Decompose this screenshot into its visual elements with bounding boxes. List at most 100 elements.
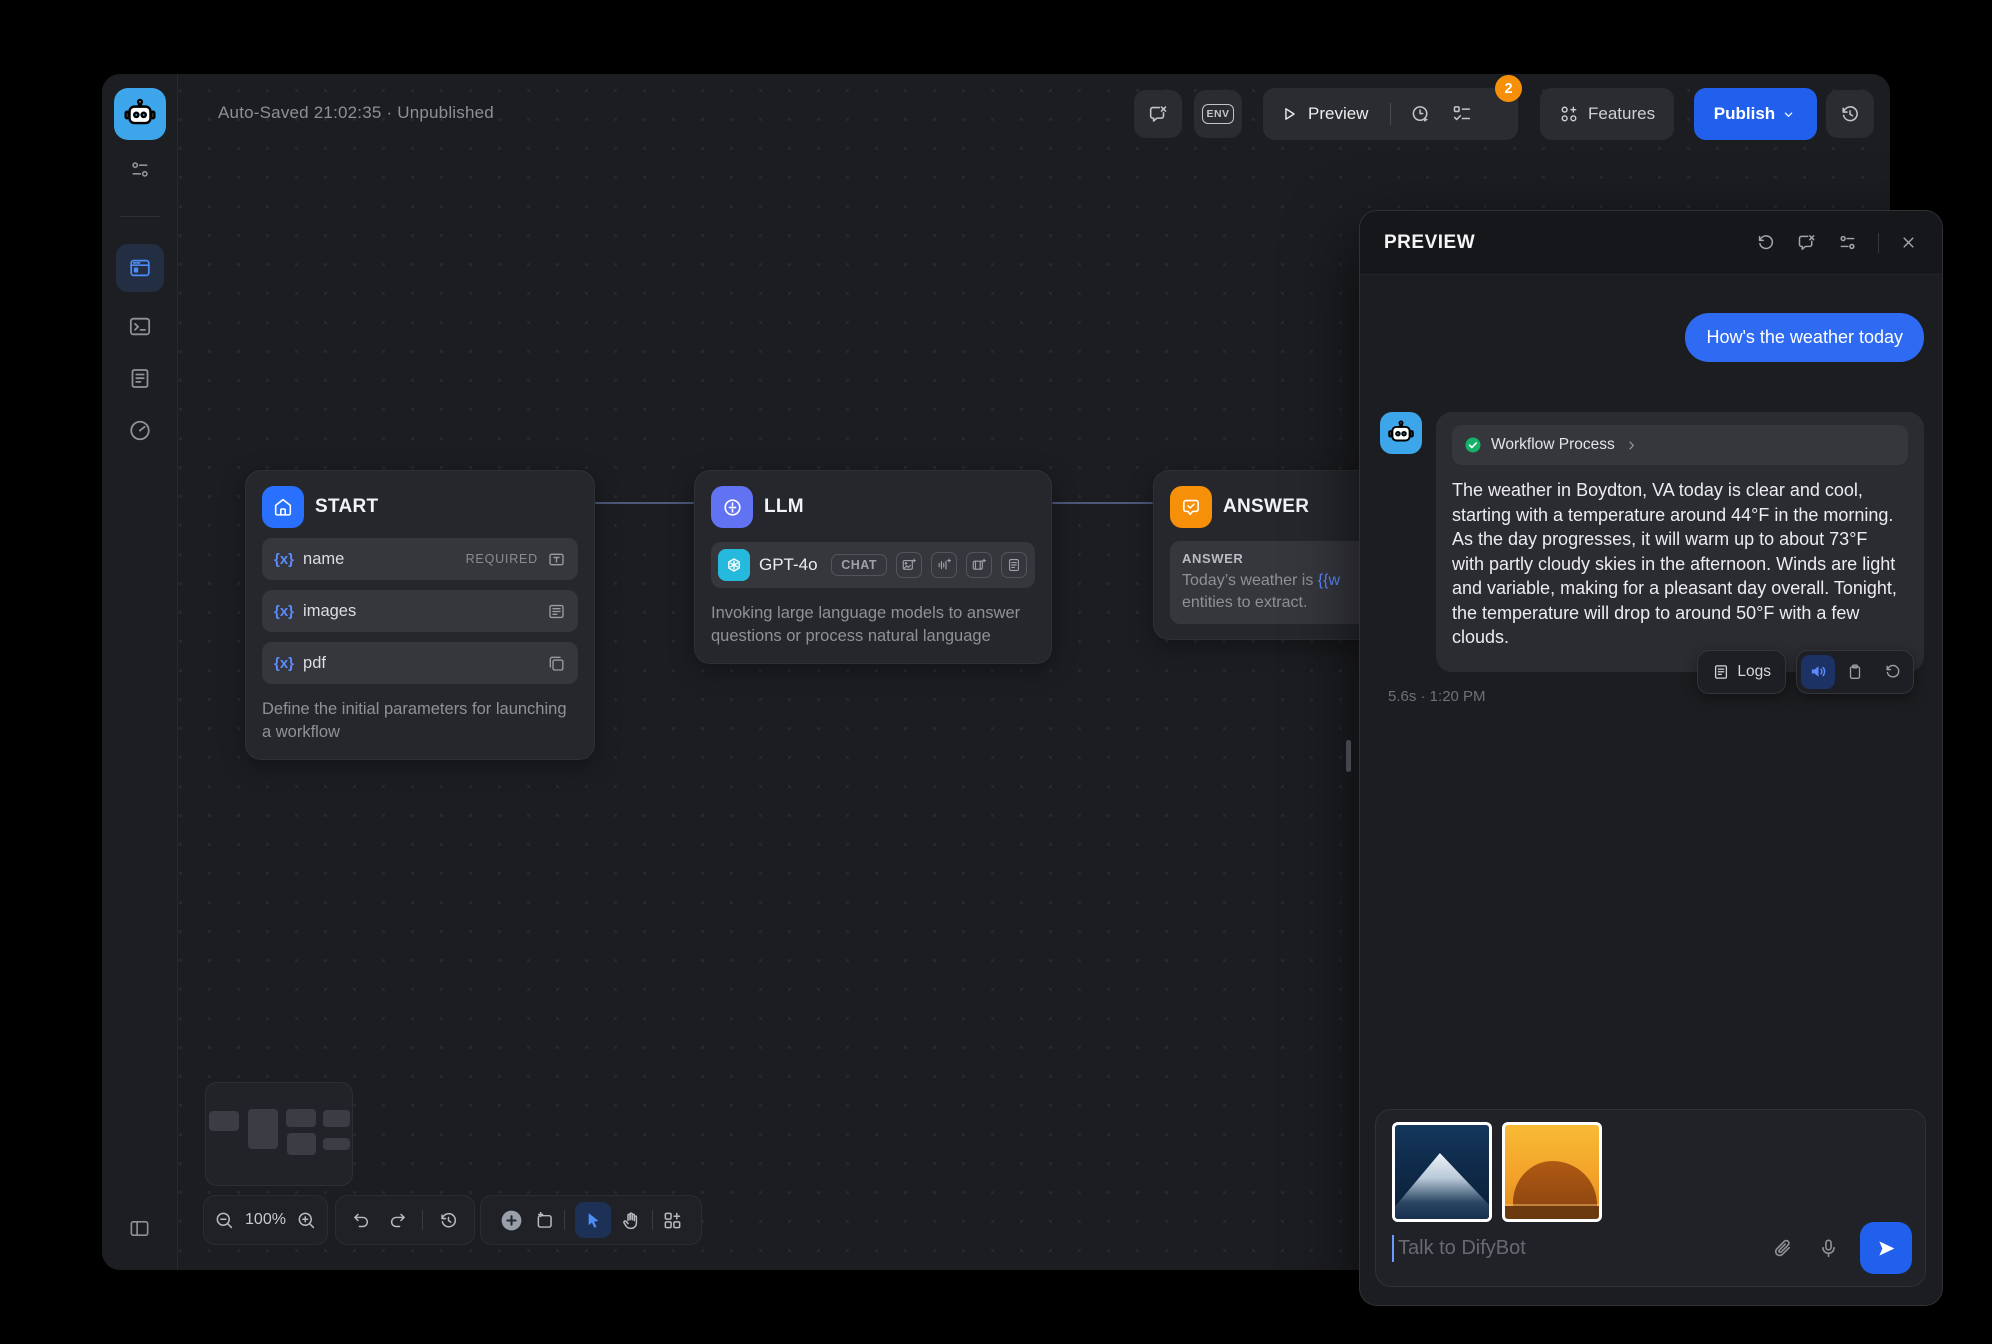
- sidebar-item-orchestrate[interactable]: [116, 244, 164, 292]
- node-title: LLM: [764, 496, 804, 518]
- uploaded-image-mountain-sunset[interactable]: [1502, 1122, 1602, 1222]
- publish-button[interactable]: Publish: [1694, 88, 1817, 140]
- chevron-down-icon: [1780, 106, 1797, 123]
- annotation-button[interactable]: [1134, 90, 1182, 138]
- chevron-right-icon: [1624, 438, 1639, 453]
- history-icon[interactable]: [438, 1210, 459, 1231]
- sidebar-item-logs[interactable]: [127, 366, 152, 391]
- answer-icon: [1170, 486, 1212, 528]
- bot-avatar-robot-icon: [1380, 412, 1422, 454]
- sidebar-item-terminal[interactable]: [127, 314, 152, 339]
- preview-button-group: Preview 2: [1263, 88, 1518, 140]
- variable-icon: {x}: [274, 655, 294, 672]
- collapse-sidebar-icon[interactable]: [128, 1217, 151, 1240]
- preview-panel-header: PREVIEW: [1360, 211, 1942, 275]
- logs-icon: [1712, 663, 1730, 681]
- files-icon: [547, 654, 566, 673]
- app-logo-robot-icon[interactable]: [114, 88, 166, 140]
- zoom-level[interactable]: 100%: [245, 1211, 286, 1229]
- annotation-icon[interactable]: [1796, 232, 1817, 253]
- microphone-icon[interactable]: [1817, 1237, 1840, 1260]
- uploaded-image-mountain-night[interactable]: [1392, 1122, 1492, 1222]
- home-icon: [262, 486, 304, 528]
- openai-logo: [718, 549, 750, 581]
- chat-input[interactable]: [1398, 1237, 1750, 1260]
- audio-capability-icon: [931, 552, 957, 578]
- sidebar-divider: [120, 216, 160, 217]
- checklist-count-badge[interactable]: 2: [1495, 75, 1522, 102]
- message-actions: [1796, 650, 1914, 694]
- undo-toolbar: [335, 1195, 475, 1245]
- start-field-name[interactable]: {x} name REQUIRED: [262, 538, 578, 580]
- minimap[interactable]: [205, 1082, 353, 1186]
- node-start[interactable]: START {x} name REQUIRED {x} images {x} p: [245, 470, 595, 760]
- features-button[interactable]: Features: [1540, 88, 1674, 140]
- required-badge: REQUIRED: [466, 552, 538, 566]
- panel-resize-handle[interactable]: [1346, 740, 1351, 772]
- bot-message-text: The weather in Boydton, VA today is clea…: [1452, 478, 1897, 650]
- checklist-icon[interactable]: [1451, 103, 1473, 125]
- success-check-icon: [1464, 436, 1482, 454]
- node-description: Define the initial parameters for launch…: [262, 698, 578, 744]
- regenerate-icon[interactable]: [1875, 655, 1909, 689]
- play-icon[interactable]: [1279, 104, 1299, 124]
- pointer-tool[interactable]: [575, 1202, 611, 1238]
- run-history-icon[interactable]: [1410, 103, 1432, 125]
- chat-area: How's the weather today Workflow Process…: [1360, 275, 1942, 1095]
- model-name: GPT-4o: [759, 555, 818, 575]
- text-input-icon: [547, 550, 566, 569]
- preview-panel: PREVIEW How's the weather today: [1359, 210, 1943, 1306]
- copy-icon[interactable]: [1838, 655, 1872, 689]
- chat-input-box: [1375, 1109, 1926, 1287]
- document-capability-icon: [1001, 552, 1027, 578]
- hand-tool[interactable]: [621, 1210, 642, 1231]
- zoom-out-icon[interactable]: [214, 1210, 235, 1231]
- model-selector[interactable]: GPT-4o CHAT: [711, 542, 1035, 588]
- workflow-process-toggle[interactable]: Workflow Process: [1452, 425, 1908, 465]
- node-llm[interactable]: LLM GPT-4o CHAT Invoking large language …: [694, 470, 1052, 664]
- organize-layout-icon[interactable]: [662, 1210, 683, 1231]
- preview-button[interactable]: Preview: [1308, 104, 1368, 124]
- sidebar-item-monitoring[interactable]: [127, 418, 152, 443]
- zoom-toolbar: 100%: [203, 1195, 328, 1245]
- video-capability-icon: [966, 552, 992, 578]
- zoom-in-icon[interactable]: [296, 1210, 317, 1231]
- close-icon[interactable]: [1899, 233, 1918, 252]
- node-title: ANSWER: [1223, 496, 1309, 518]
- env-icon: ENV: [1202, 104, 1233, 124]
- add-node-icon[interactable]: [499, 1208, 524, 1233]
- paragraph-icon: [547, 602, 566, 621]
- start-field-images[interactable]: {x} images: [262, 590, 578, 632]
- attachment-icon[interactable]: [1772, 1237, 1795, 1260]
- panel-title: PREVIEW: [1384, 232, 1475, 254]
- undo-icon[interactable]: [351, 1210, 372, 1231]
- redo-icon[interactable]: [387, 1210, 408, 1231]
- llm-icon: [711, 486, 753, 528]
- edge-llm-answer: [1052, 502, 1153, 504]
- sidebar: [102, 74, 178, 1270]
- env-button[interactable]: ENV: [1194, 90, 1242, 138]
- user-message: How's the weather today: [1685, 313, 1924, 362]
- logs-button[interactable]: Logs: [1697, 650, 1786, 694]
- add-note-icon[interactable]: [534, 1210, 555, 1231]
- speaker-icon[interactable]: [1801, 655, 1835, 689]
- tune-icon[interactable]: [128, 158, 151, 181]
- node-description: Invoking large language models to answer…: [711, 602, 1035, 648]
- features-icon: [1559, 104, 1579, 124]
- topbar: Auto-Saved 21:02:35 · Unpublished ENV Pr…: [178, 74, 1890, 154]
- restart-conversation-icon[interactable]: [1755, 232, 1776, 253]
- vision-capability-icon: [896, 552, 922, 578]
- version-history-button[interactable]: [1826, 90, 1874, 138]
- variable-icon: {x}: [274, 551, 294, 568]
- settings-icon[interactable]: [1837, 232, 1858, 253]
- tools-toolbar: [480, 1195, 702, 1245]
- text-caret: [1392, 1235, 1394, 1262]
- node-title: START: [315, 496, 378, 518]
- edge-start-llm: [595, 502, 694, 504]
- chat-mode-badge: CHAT: [831, 554, 887, 576]
- start-field-pdf[interactable]: {x} pdf: [262, 642, 578, 684]
- send-button[interactable]: [1860, 1222, 1912, 1274]
- variable-icon: {x}: [274, 603, 294, 620]
- bot-message-card: Workflow Process The weather in Boydton,…: [1436, 412, 1924, 672]
- autosave-status: Auto-Saved 21:02:35 · Unpublished: [218, 103, 494, 123]
